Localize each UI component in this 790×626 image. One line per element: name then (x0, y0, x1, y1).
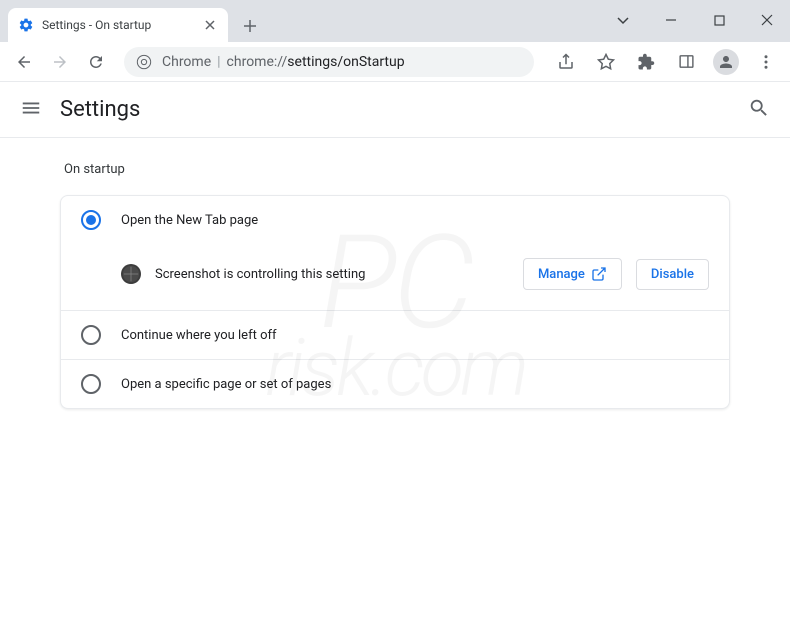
profile-avatar[interactable] (710, 46, 742, 78)
omnibox-prefix: Chrome (162, 54, 211, 70)
hamburger-icon[interactable] (20, 97, 42, 123)
bookmark-icon[interactable] (590, 46, 622, 78)
tab-search-icon[interactable] (608, 8, 638, 32)
close-tab-icon[interactable] (202, 17, 218, 33)
radio-button[interactable] (81, 210, 101, 230)
extension-app-icon (121, 264, 141, 284)
content-area: On startup Open the New Tab page Screens… (0, 138, 790, 433)
startup-card: Open the New Tab page Screenshot is cont… (60, 195, 730, 409)
settings-header: Settings (0, 82, 790, 138)
settings-gear-icon (18, 17, 34, 33)
extension-notice-text: Screenshot is controlling this setting (155, 267, 509, 282)
disable-button[interactable]: Disable (636, 259, 709, 290)
manage-button[interactable]: Manage (523, 258, 622, 290)
minimize-button[interactable] (656, 8, 686, 32)
search-icon[interactable] (748, 97, 770, 123)
chrome-icon (136, 54, 152, 70)
sidepanel-icon[interactable] (670, 46, 702, 78)
extensions-icon[interactable] (630, 46, 662, 78)
omnibox-separator: | (217, 54, 220, 70)
section-title: On startup (60, 162, 730, 177)
radio-option-specific-page[interactable]: Open a specific page or set of pages (61, 359, 729, 408)
forward-button (44, 46, 76, 78)
tab-title: Settings - On startup (42, 18, 202, 32)
close-window-button[interactable] (752, 8, 782, 32)
radio-label: Open a specific page or set of pages (121, 377, 331, 392)
menu-icon[interactable] (750, 46, 782, 78)
radio-button[interactable] (81, 374, 101, 394)
radio-label: Open the New Tab page (121, 213, 258, 228)
back-button[interactable] (8, 46, 40, 78)
external-link-icon (591, 266, 607, 282)
page-title: Settings (60, 97, 748, 122)
browser-tab[interactable]: Settings - On startup (8, 8, 228, 42)
radio-option-new-tab[interactable]: Open the New Tab page (61, 196, 729, 244)
new-tab-button[interactable] (236, 12, 264, 40)
reload-button[interactable] (80, 46, 112, 78)
radio-option-continue[interactable]: Continue where you left off (61, 310, 729, 359)
titlebar: Settings - On startup (0, 0, 790, 42)
window-controls (608, 8, 782, 32)
toolbar: Chrome | chrome://settings/onStartup (0, 42, 790, 82)
maximize-button[interactable] (704, 8, 734, 32)
address-bar[interactable]: Chrome | chrome://settings/onStartup (124, 47, 534, 77)
extension-notice: Screenshot is controlling this setting M… (61, 244, 729, 310)
omnibox-url: chrome://settings/onStartup (227, 54, 405, 70)
radio-button[interactable] (81, 325, 101, 345)
radio-label: Continue where you left off (121, 328, 277, 343)
share-icon[interactable] (550, 46, 582, 78)
